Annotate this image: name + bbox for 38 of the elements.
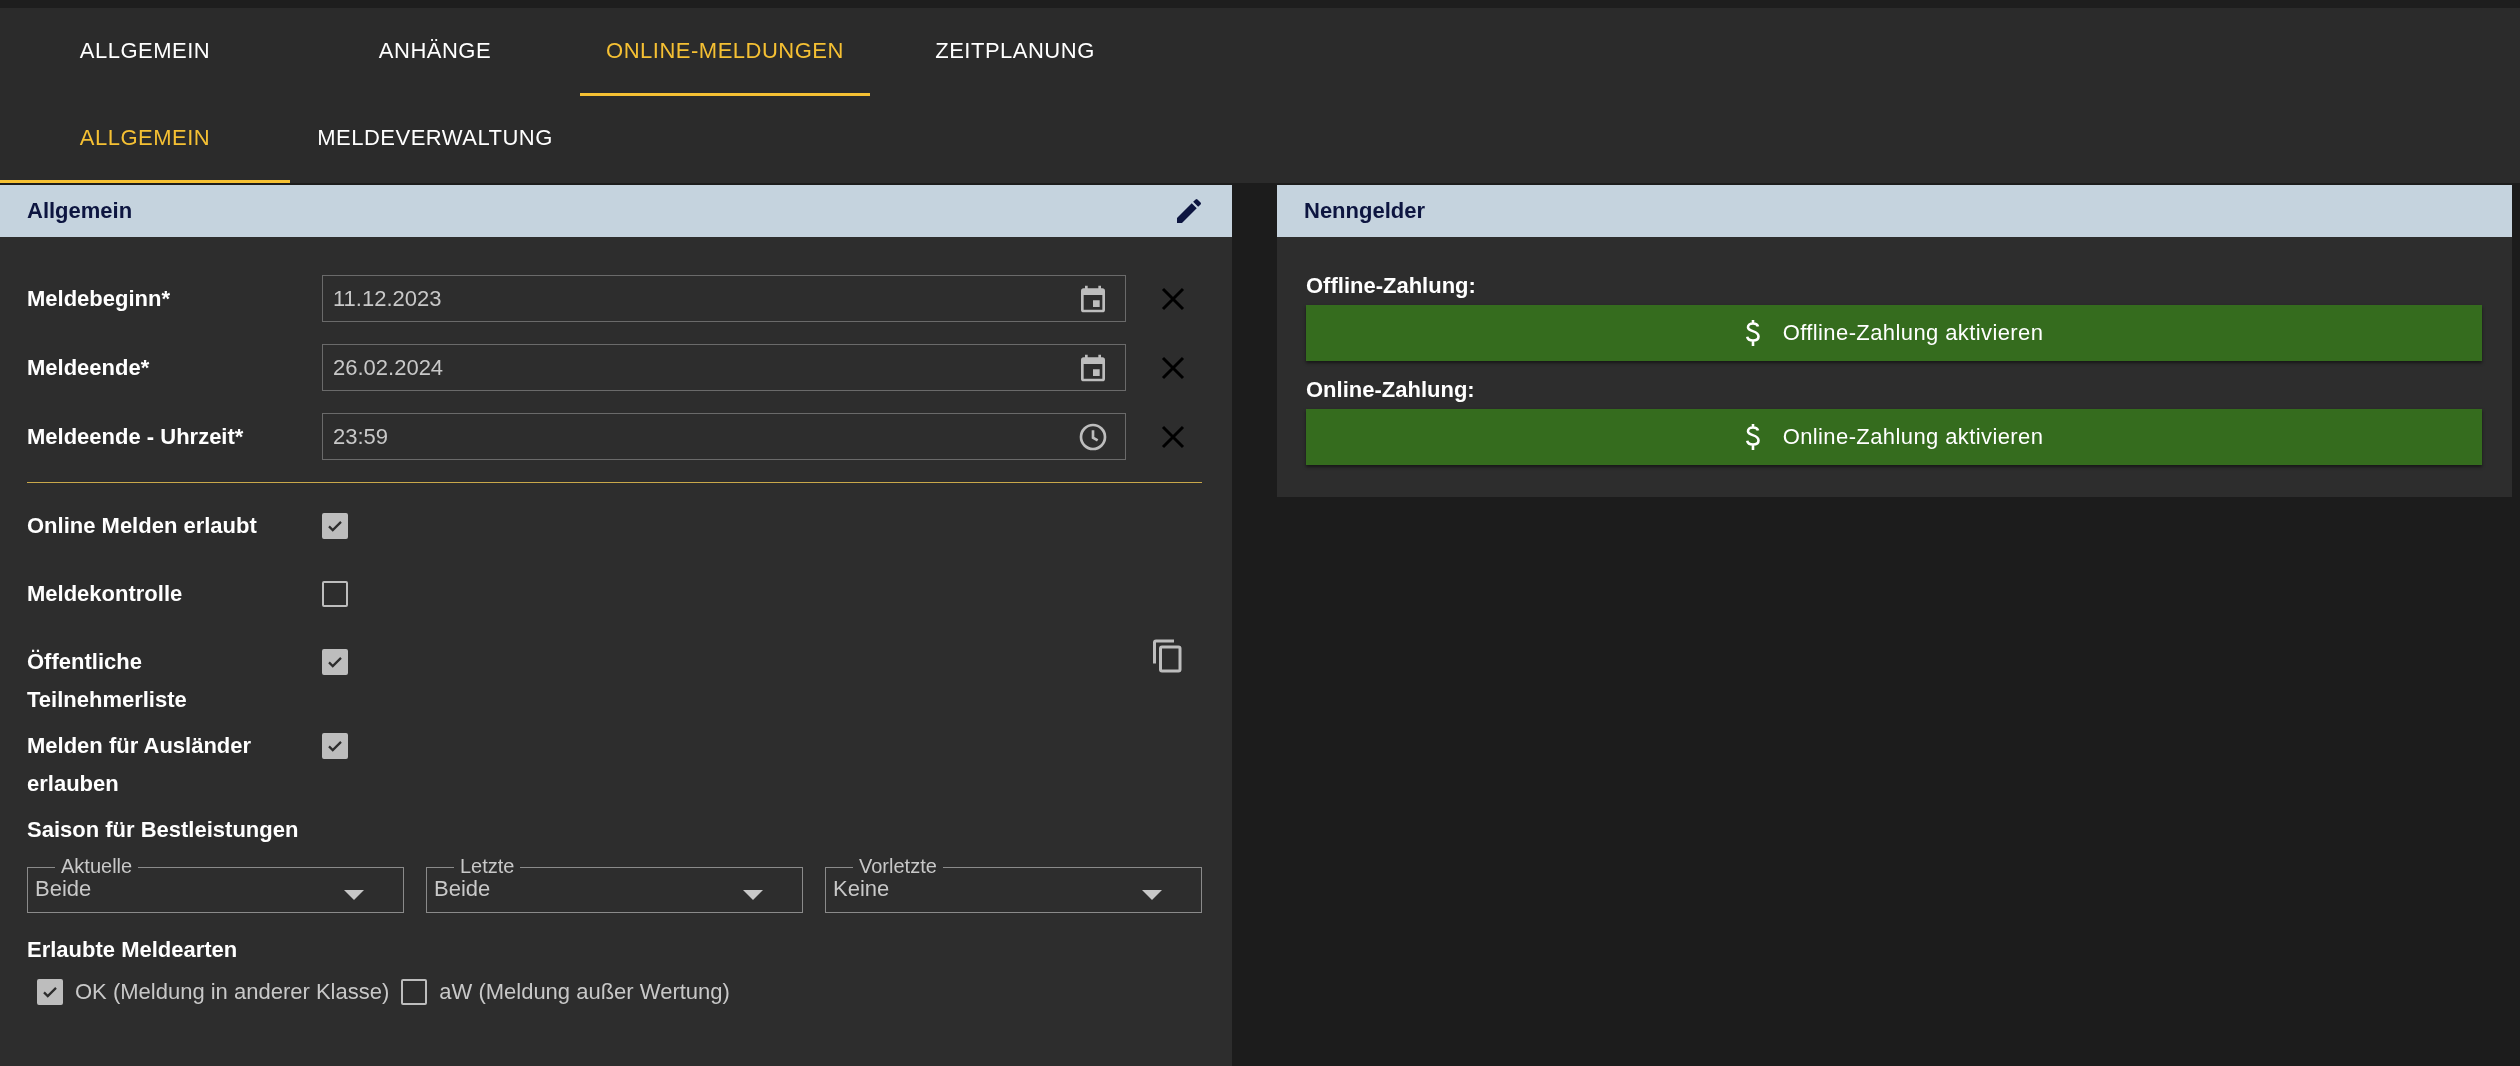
input-field[interactable]: 11.12.2023 bbox=[322, 275, 1126, 322]
select-field[interactable]: Vorletzte Keine bbox=[825, 855, 1202, 913]
checkbox[interactable] bbox=[322, 733, 348, 759]
checkbox-label: aW (Meldung außer Wertung) bbox=[439, 979, 730, 1005]
tab[interactable]: MELDEVERWALTUNG bbox=[290, 96, 580, 183]
field-label: Meldebeginn* bbox=[27, 284, 171, 313]
input-field[interactable]: 23:59 bbox=[322, 413, 1126, 460]
tab[interactable]: ALLGEMEIN bbox=[0, 8, 290, 96]
field-label: Meldeende - Uhrzeit* bbox=[27, 422, 245, 451]
checkbox[interactable] bbox=[401, 979, 428, 1005]
checkbox[interactable] bbox=[37, 979, 63, 1005]
tab[interactable]: ZEITPLANUNG bbox=[870, 8, 1160, 96]
checkbox[interactable] bbox=[322, 581, 348, 607]
checkbox-label: Melden für Ausländer erlauben bbox=[27, 732, 253, 798]
activate-button[interactable]: Online-Zahlung aktivieren bbox=[1306, 409, 2482, 465]
select-field[interactable]: Aktuelle Beide bbox=[27, 855, 404, 913]
tab[interactable]: ANHÄNGE bbox=[290, 8, 580, 96]
dollar-icon bbox=[1744, 423, 1761, 451]
caret-icon bbox=[1142, 890, 1162, 900]
input-field[interactable]: 26.02.2024 bbox=[322, 344, 1126, 391]
checkbox-label: OK (Meldung in anderer Klasse) bbox=[75, 979, 390, 1005]
field-label: Meldeende* bbox=[27, 353, 151, 382]
field-label: Offline-Zahlung: bbox=[1306, 273, 1477, 299]
caret-icon bbox=[743, 890, 763, 900]
select-field[interactable]: Letzte Beide bbox=[426, 855, 803, 913]
activate-button[interactable]: Offline-Zahlung aktivieren bbox=[1306, 305, 2482, 361]
panel-title: Nenngelder bbox=[1304, 198, 1426, 224]
checkbox[interactable] bbox=[322, 513, 348, 539]
checkbox-label: Öffentliche Teilnehmerliste bbox=[27, 648, 188, 714]
field-label: Online-Zahlung: bbox=[1306, 377, 1476, 403]
section-title: Saison für Bestleistungen bbox=[27, 817, 300, 843]
checkbox-label: Meldekontrolle bbox=[27, 580, 184, 608]
caret-icon bbox=[344, 890, 364, 900]
dollar-icon bbox=[1744, 319, 1761, 347]
checkbox[interactable] bbox=[322, 649, 348, 675]
section-title: Erlaubte Meldearten bbox=[27, 937, 239, 963]
panel-title: Allgemein bbox=[27, 198, 133, 224]
checkbox-label: Online Melden erlaubt bbox=[27, 512, 258, 540]
